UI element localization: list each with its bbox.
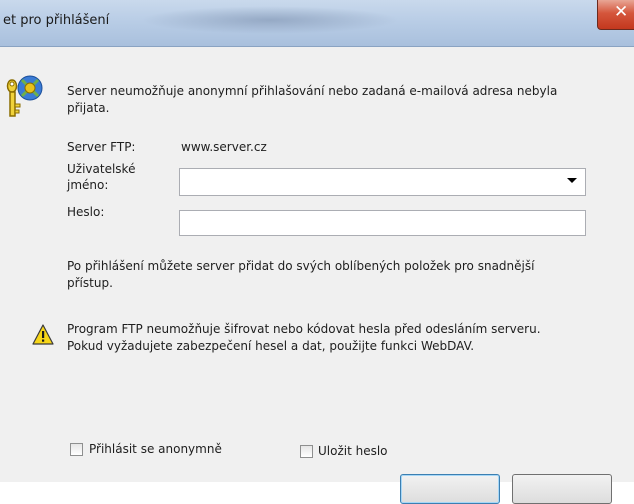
title-bar-glass xyxy=(140,6,400,34)
chevron-down-icon[interactable] xyxy=(567,178,577,183)
save-password-checkbox[interactable] xyxy=(300,445,313,458)
anonymous-checkbox[interactable] xyxy=(70,443,83,456)
close-button[interactable]: ✕ xyxy=(597,0,634,30)
cancel-button[interactable] xyxy=(512,474,612,504)
dialog-content: Server neumožňuje anonymní přihlašování … xyxy=(0,48,634,504)
save-password-label[interactable]: Uložit heslo xyxy=(318,443,388,460)
info-line-1: Po přihlášení můžete server přidat do sv… xyxy=(67,259,535,273)
password-field[interactable] xyxy=(179,210,586,236)
anonymous-label[interactable]: Přihlásit se anonymně xyxy=(89,441,222,458)
server-value: www.server.cz xyxy=(181,140,267,154)
login-dialog: et pro přihlášení ✕ Server neumožňuje an… xyxy=(0,0,634,504)
username-label-line-1: Uživatelské xyxy=(67,162,136,176)
message-line-2: přijata. xyxy=(67,101,110,115)
window-title: et pro přihlášení xyxy=(3,13,110,28)
warning-line-1: Program FTP neumožňuje šifrovat nebo kód… xyxy=(67,322,541,336)
close-icon: ✕ xyxy=(614,2,629,22)
username-combobox[interactable] xyxy=(179,168,586,196)
message-line-1: Server neumožňuje anonymní přihlašování … xyxy=(67,84,558,98)
title-bar: et pro přihlášení ✕ xyxy=(0,0,634,47)
login-button[interactable] xyxy=(400,474,500,504)
username-label-line-2: jméno: xyxy=(67,178,109,192)
info-line-2: přístup. xyxy=(67,276,113,290)
password-label: Heslo: xyxy=(67,205,105,219)
warning-line-2: Pokud vyžadujete zabezpečení hesel a dat… xyxy=(67,339,475,353)
warning-icon xyxy=(32,324,54,345)
key-icon xyxy=(6,75,43,117)
server-label: Server FTP: xyxy=(67,140,136,154)
